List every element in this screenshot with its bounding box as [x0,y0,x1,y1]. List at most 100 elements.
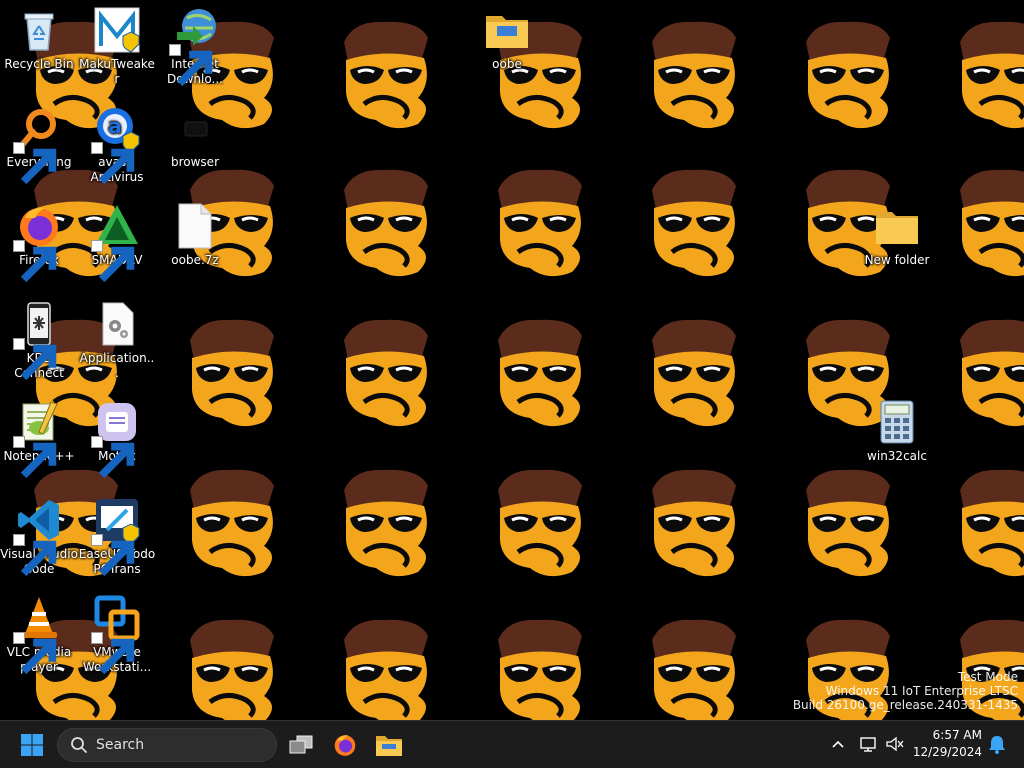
wallpaper-tile [632,160,752,290]
wallpaper-tile [632,310,752,440]
makutweaker-icon [93,6,141,54]
browser-icon [171,104,219,152]
watermark-line: Build 26100.ge_release.240331-1435 [792,698,1018,712]
wallpaper-tile [478,310,598,440]
desktop-icon-recycle-bin[interactable]: Recycle Bin [0,6,78,72]
shortcut-arrow-icon [169,44,213,87]
shortcut-arrow-icon [91,436,135,479]
file-explorer-icon [376,736,402,756]
desktop[interactable]: Recycle Bin Everything Firefox KDE Conne… [0,0,1024,720]
vscode-icon [13,496,63,577]
desktop-icon-oobe-folder[interactable]: oobe [468,6,546,72]
desktop-icon-label: New folder [864,253,930,267]
notifications-button[interactable] [986,733,1008,755]
show-hidden-icons-button[interactable] [827,733,849,755]
firefox-icon [334,735,356,756]
desktop-icon-motrix[interactable]: Motrix [78,398,156,479]
wallpaper-tile [632,460,752,590]
wallpaper-tile [478,160,598,290]
internet-download-manager-icon [169,6,219,87]
desktop-icon-everything[interactable]: Everything [0,104,78,185]
taskbar-clock[interactable]: 6:57 AM 12/29/2024 [913,727,982,761]
wallpaper-tile [786,460,906,590]
test-mode-watermark: Test Mode Windows 11 IoT Enterprise LTSC… [793,670,1018,712]
desktop-icon-browser[interactable]: browser [156,104,234,170]
wallpaper-tile [940,310,1024,440]
volume-muted-icon [886,736,904,752]
shortcut-arrow-icon [13,338,57,381]
search-placeholder: Search [96,737,145,753]
vmware-icon [91,594,141,675]
motrix-icon [91,398,141,479]
shortcut-arrow-icon [13,240,57,283]
wallpaper-tile [478,460,598,590]
wallpaper-tile [170,460,290,590]
wallpaper-tile [324,460,444,590]
desktop-icon-smadav[interactable]: SMADAV [78,202,156,283]
shortcut-arrow-icon [91,534,135,577]
wallpaper-tile [324,610,444,720]
taskbar-search-box[interactable]: Search [57,728,277,762]
desktop-icon-oobe-7z[interactable]: oobe.7z [156,202,234,268]
kde-connect-icon [13,300,63,381]
network-icon [860,737,876,752]
start-button[interactable] [12,725,52,765]
desktop-icon-label: win32calc [867,449,927,463]
volume-button[interactable] [884,733,906,755]
folder-icon [873,202,921,250]
smadav-icon [91,202,141,283]
shortcut-arrow-icon [91,240,135,283]
desktop-icon-makutweaker[interactable]: MakuTweaker [78,6,156,87]
network-status-button[interactable] [858,733,880,755]
avast-icon: a [91,104,141,185]
clock-time: 6:57 AM [932,728,982,742]
shortcut-arrow-icon [91,142,135,185]
desktop-icon-vscode[interactable]: Visual Studio Code [0,496,78,577]
desktop-icon-vlc[interactable]: VLC media player [0,594,78,675]
desktop-icon-new-folder[interactable]: New folder [858,202,936,268]
folder-icon [483,6,531,54]
shortcut-arrow-icon [13,632,57,675]
desktop-icon-vmware[interactable]: VMware Workstati... [78,594,156,675]
wallpaper-tile [170,310,290,440]
calculator-icon [873,398,921,446]
shortcut-arrow-icon [13,534,57,577]
notepad-plus-plus-icon [13,398,63,479]
desktop-icon-label: oobe.7z [171,253,219,267]
taskbar-file-explorer-button[interactable] [369,725,409,765]
taskbar: Search 6:57 AM 12/29/2024 [0,720,1024,768]
wallpaper-tile [170,610,290,720]
taskbar-firefox-button[interactable] [325,725,365,765]
task-view-button[interactable] [281,725,321,765]
search-icon [71,737,87,753]
desktop-icon-win32calc[interactable]: win32calc [858,398,936,464]
easeus-pctrans-icon [91,496,141,577]
wallpaper-tile [324,12,444,142]
wallpaper-tile [632,12,752,142]
wallpaper-tile [324,310,444,440]
desktop-icon-easeus-pctrans[interactable]: EaseUS Todo PCTrans [78,496,156,577]
task-view-icon [289,735,313,754]
watermark-line: Windows 11 IoT Enterprise LTSC [825,684,1018,698]
wallpaper-tile [632,610,752,720]
firefox-icon [13,202,63,283]
desktop-icon-avast[interactable]: a avast! Antivirus [78,104,156,185]
application-file-icon [93,300,141,348]
chevron-up-icon [832,740,844,748]
wallpaper-tile [478,610,598,720]
recycle-bin-icon [15,6,63,54]
desktop-icon-application[interactable]: Application... [78,300,156,381]
svg-text:a: a [108,114,122,138]
wallpaper-tile [940,12,1024,142]
clock-date: 12/29/2024 [912,745,982,759]
desktop-icon-kde-connect[interactable]: KDE Connect [0,300,78,381]
vlc-icon [13,594,63,675]
bell-icon [989,736,1005,754]
desktop-icon-internet-download-manager[interactable]: Internet Downlo... [156,6,234,87]
desktop-icon-label: oobe [492,57,522,71]
desktop-icon-firefox[interactable]: Firefox [0,202,78,283]
watermark-line: Test Mode [957,670,1018,684]
desktop-icon-notepad-plus-plus[interactable]: Notepad++ [0,398,78,479]
windows-logo-icon [21,734,43,756]
wallpaper-tile [940,160,1024,290]
